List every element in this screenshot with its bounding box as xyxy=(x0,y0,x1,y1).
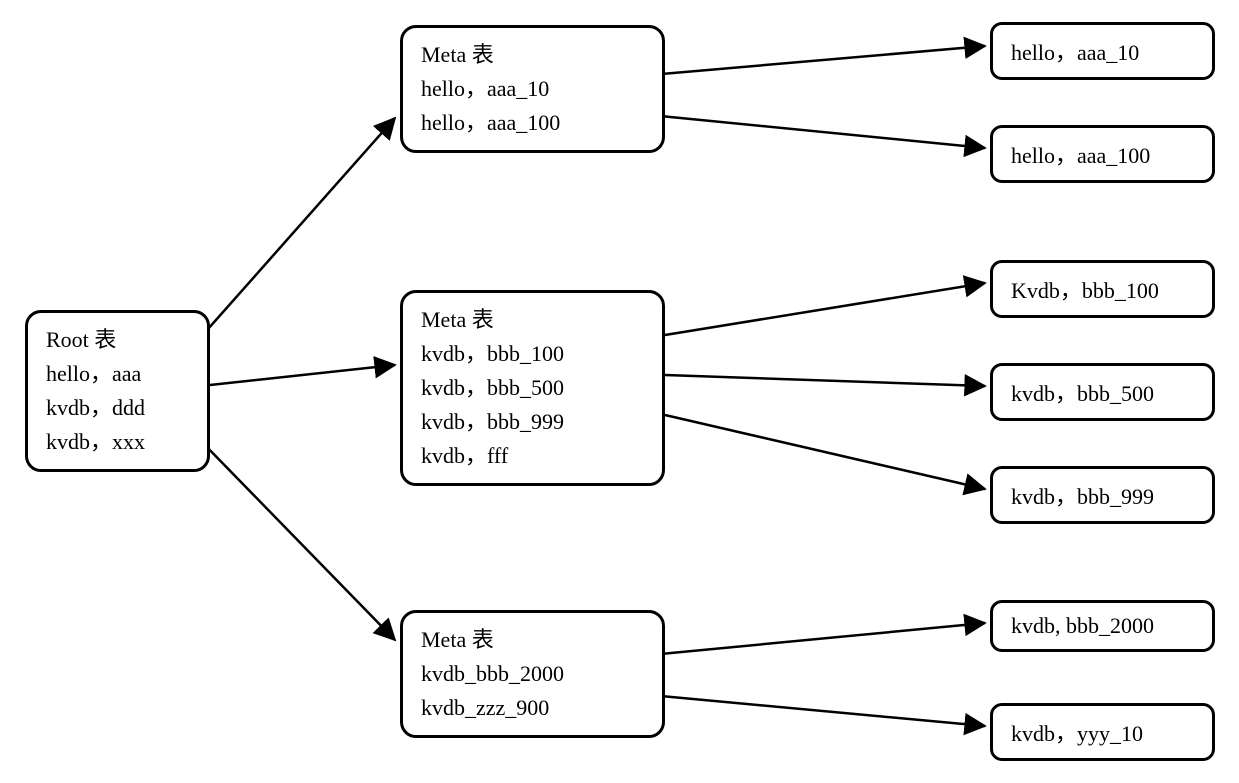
meta-line: kvdb，bbb_100 xyxy=(421,337,644,371)
leaf-text: hello，aaa_100 xyxy=(1011,143,1150,168)
root-line: kvdb，xxx xyxy=(46,425,189,459)
leaf-text: Kvdb，bbb_100 xyxy=(1011,278,1159,303)
meta-table-box: Meta 表 hello，aaa_10 hello，aaa_100 xyxy=(400,25,665,153)
leaf-box: kvdb，bbb_999 xyxy=(990,466,1215,524)
meta-line: kvdb，fff xyxy=(421,439,644,473)
meta-line: kvdb_zzz_900 xyxy=(421,691,644,725)
meta-line: hello，aaa_10 xyxy=(421,72,644,106)
leaf-text: kvdb，yyy_10 xyxy=(1011,721,1143,746)
root-title: Root 表 xyxy=(46,323,189,357)
leaf-box: kvdb，bbb_500 xyxy=(990,363,1215,421)
meta-line: hello，aaa_100 xyxy=(421,106,644,140)
meta-title: Meta 表 xyxy=(421,623,644,657)
meta-title: Meta 表 xyxy=(421,38,644,72)
meta-line: kvdb，bbb_500 xyxy=(421,371,644,405)
leaf-text: kvdb，bbb_500 xyxy=(1011,381,1154,406)
leaf-box: hello，aaa_10 xyxy=(990,22,1215,80)
root-line: hello，aaa xyxy=(46,357,189,391)
leaf-box: kvdb, bbb_2000 xyxy=(990,600,1215,652)
leaf-text: kvdb，bbb_999 xyxy=(1011,484,1154,509)
leaf-box: Kvdb，bbb_100 xyxy=(990,260,1215,318)
diagram-stage: Root 表 hello，aaa kvdb，ddd kvdb，xxx Meta … xyxy=(0,0,1239,783)
leaf-text: hello，aaa_10 xyxy=(1011,40,1139,65)
meta-table-box: Meta 表 kvdb，bbb_100 kvdb，bbb_500 kvdb，bb… xyxy=(400,290,665,486)
meta-title: Meta 表 xyxy=(421,303,644,337)
meta-line: kvdb，bbb_999 xyxy=(421,405,644,439)
leaf-box: hello，aaa_100 xyxy=(990,125,1215,183)
root-table-box: Root 表 hello，aaa kvdb，ddd kvdb，xxx xyxy=(25,310,210,472)
meta-line: kvdb_bbb_2000 xyxy=(421,657,644,691)
root-line: kvdb，ddd xyxy=(46,391,189,425)
leaf-text: kvdb, bbb_2000 xyxy=(1011,613,1154,638)
meta-table-box: Meta 表 kvdb_bbb_2000 kvdb_zzz_900 xyxy=(400,610,665,738)
leaf-box: kvdb，yyy_10 xyxy=(990,703,1215,761)
